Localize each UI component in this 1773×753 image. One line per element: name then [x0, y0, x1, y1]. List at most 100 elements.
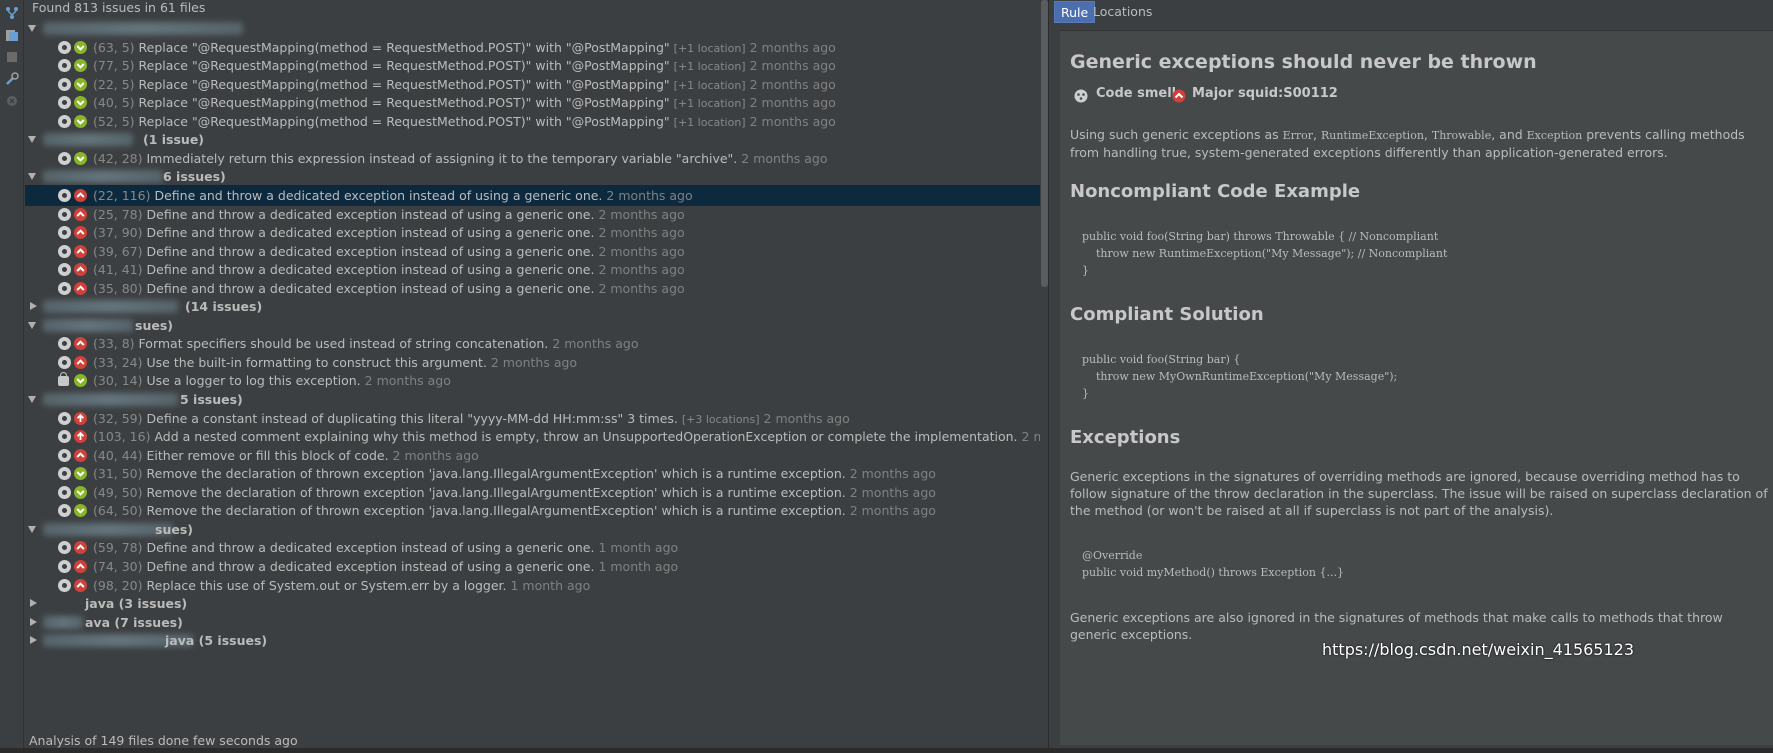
issue-location: (35, 80) — [93, 280, 143, 296]
issue-age: 2 months ago — [392, 447, 479, 463]
issue-location: (64, 50) — [93, 503, 143, 519]
stop-icon[interactable] — [5, 50, 19, 64]
issue-age: 2 months ago — [749, 39, 836, 55]
issue-location: (32, 59) — [93, 410, 143, 426]
branch-icon[interactable] — [5, 6, 19, 20]
minor-severity-icon — [74, 485, 87, 499]
extra-locations: [+1 location] — [673, 41, 746, 55]
tree-scrollbar[interactable] — [1040, 0, 1048, 731]
code-smell-icon — [58, 114, 71, 128]
issue-location: (98, 20) — [93, 577, 143, 593]
code-smell-icon — [58, 355, 71, 369]
issue-location: (40, 44) — [93, 447, 143, 463]
issue-age: 2 months ago — [598, 262, 685, 278]
extra-locations: [+3 locations] — [681, 412, 760, 426]
issue-location: (103, 16) — [93, 429, 151, 445]
issue-message: Replace "@RequestMapping(method = Reques… — [138, 39, 670, 55]
rule-title: Generic exceptions should never be throw… — [1070, 51, 1537, 73]
bottom-bar — [0, 748, 1773, 753]
issue-location: (59, 78) — [93, 540, 143, 556]
issue-message: Define and throw a dedicated exception i… — [146, 262, 595, 278]
code-smell-icon — [58, 578, 71, 592]
issue-message: Use the built-in formatting to construct… — [146, 354, 487, 370]
issue-age: 2 months ago — [749, 95, 836, 111]
issue-age: 2 months ago — [598, 225, 685, 241]
issue-age: 2 months ago — [598, 206, 685, 222]
issue-message: Replace "@RequestMapping(method = Reques… — [138, 76, 670, 92]
minor-severity-icon — [74, 77, 87, 91]
expand-arrow-icon[interactable] — [28, 396, 36, 403]
collapse-arrow-icon[interactable] — [30, 599, 37, 608]
redacted-filename — [43, 615, 83, 629]
issue-age: 2 months ago — [741, 150, 828, 166]
tab-locations[interactable]: Locations — [1087, 1, 1158, 23]
issue-age: 2 months ago — [598, 280, 685, 296]
code-smell-icon — [58, 337, 71, 351]
rule-intro: Using such generic exceptions as Error, … — [1070, 127, 1745, 160]
issue-message: Replace "@RequestMapping(method = Reques… — [138, 95, 670, 111]
issue-message: Define and throw a dedicated exception i… — [146, 206, 595, 222]
tools-icon[interactable] — [5, 72, 19, 86]
issue-location: (31, 50) — [93, 466, 143, 482]
issue-location: (77, 5) — [93, 58, 135, 74]
clear-icon[interactable] — [5, 94, 19, 108]
issue-message: Remove the declaration of thrown excepti… — [146, 484, 846, 500]
minor-severity-icon — [74, 59, 87, 73]
rule-severity: Major — [1192, 86, 1234, 101]
file-node[interactable]: java (5 issues) — [25, 630, 1040, 651]
code-smell-icon — [58, 226, 71, 240]
issue-age: 2 months ago — [849, 466, 936, 482]
issues-tree: Found 813 issues in 61 files (63, 5) Rep… — [25, 0, 1040, 753]
issue-age: 1 month ago — [598, 540, 679, 556]
redacted-filename — [43, 522, 173, 536]
code-smell-icon — [58, 504, 71, 518]
minor-severity-icon — [74, 96, 87, 110]
collapse-arrow-icon[interactable] — [30, 636, 37, 645]
files-icon[interactable] — [5, 28, 19, 42]
issue-message: Replace "@RequestMapping(method = Reques… — [138, 113, 670, 129]
issue-message: Immediately return this expression inste… — [146, 150, 738, 166]
compliant-code: public void foo(String bar) { throw new … — [1082, 353, 1398, 400]
issue-age: 2 months ago — [552, 336, 639, 352]
issue-location: (74, 30) — [93, 558, 143, 574]
minor-severity-icon — [74, 40, 87, 54]
minor-severity-icon — [74, 374, 87, 388]
issue-location: (33, 24) — [93, 354, 143, 370]
minor-severity-icon — [74, 114, 87, 128]
issue-age: 2 months ago — [849, 484, 936, 500]
rule-description: Generic exceptions should never be throw… — [1060, 30, 1773, 745]
issue-age: 2 months ago — [749, 58, 836, 74]
code-smell-icon — [58, 188, 71, 202]
expand-arrow-icon[interactable] — [28, 136, 36, 144]
issue-location: (33, 8) — [93, 336, 135, 352]
noncompliant-heading: Noncompliant Code Example — [1070, 181, 1361, 202]
code-smell-icon — [58, 207, 71, 221]
issue-location: (40, 5) — [93, 95, 135, 111]
major-severity-icon — [74, 337, 87, 351]
issue-age: 2 months ago — [849, 503, 936, 519]
code-smell-icon — [58, 244, 71, 258]
major-severity-icon — [74, 207, 87, 221]
issue-age: 2 months ago — [606, 187, 693, 203]
collapse-arrow-icon[interactable] — [30, 617, 37, 626]
major-severity-icon — [74, 188, 87, 202]
code-smell-icon — [58, 559, 71, 573]
issue-message: Define and throw a dedicated exception i… — [146, 558, 595, 574]
major-severity-icon — [74, 226, 87, 240]
code-smell-icon — [58, 430, 71, 444]
issue-location: (22, 116) — [93, 187, 151, 203]
scrollbar-thumb[interactable] — [1041, 0, 1048, 287]
issue-message: Define and throw a dedicated exception i… — [146, 280, 595, 296]
expand-arrow-icon[interactable] — [28, 525, 36, 533]
expand-arrow-icon[interactable] — [28, 173, 36, 181]
issue-message: Define a constant instead of duplicating… — [146, 410, 678, 426]
expand-arrow-icon[interactable] — [28, 25, 36, 32]
issue-message: Use a logger to log this exception. — [146, 373, 361, 389]
expand-arrow-icon[interactable] — [28, 321, 36, 329]
issue-age: 2 months ago — [364, 373, 451, 389]
issue-location: (25, 78) — [93, 206, 143, 222]
issue-message: Format specifiers should be used instead… — [138, 336, 549, 352]
issue-age: 1 month ago — [510, 577, 591, 593]
issue-location: (42, 28) — [93, 150, 143, 166]
collapse-arrow-icon[interactable] — [30, 302, 37, 311]
